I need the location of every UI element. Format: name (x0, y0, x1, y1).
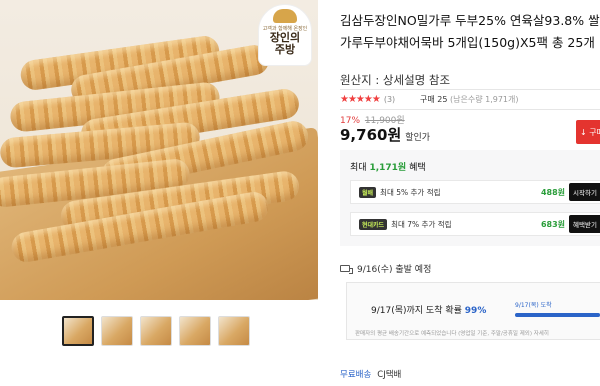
buy-button[interactable]: ↓ 구매하기 (576, 120, 600, 144)
product-main-image[interactable]: 고객과 함께해 온장인 장인의 주방 (0, 0, 318, 300)
arrival-progress-fill (515, 313, 600, 317)
departure-text: 9/16(수) 출발 예정 (357, 265, 432, 275)
thumbnail-2[interactable] (101, 316, 133, 346)
benefit-row: 월배 최대 5% 추가 적립 488원 시작하기 (350, 180, 600, 204)
benefit-button[interactable]: 혜택받기 (569, 215, 600, 233)
arrival-probability: 99% (464, 306, 487, 316)
product-title: 김삼두장인NO밀가루 두부25% 연육살93.8% 쌀가루두부야채어묵바 5개입… (340, 13, 600, 50)
sold-label: 구매 25 (420, 95, 448, 104)
price-suffix: 할인가 (405, 133, 431, 143)
benefit-row: 현대카드 최대 7% 추가 적립 683원 혜택받기 (350, 212, 600, 236)
thumbnail-strip (62, 316, 250, 346)
benefit-suffix: 혜택 (409, 163, 426, 173)
truck-icon (340, 265, 353, 274)
free-shipping: 무료배송 (340, 370, 372, 380)
benefit-button[interactable]: 시작하기 (569, 183, 600, 201)
benefit-amount: 1,171원 (369, 163, 407, 173)
benefit-amount: 683원 (540, 219, 565, 229)
departure-info: 9/16(수) 출발 예정 (340, 262, 431, 275)
benefit-prefix: 최대 (350, 163, 367, 173)
thumbnail-5[interactable] (218, 316, 250, 346)
sale-price: 9,760원 할인가 (340, 124, 430, 145)
remaining-stock: (남은수량 1,971개) (450, 95, 519, 104)
divider (340, 89, 600, 90)
thumbnail-1[interactable] (62, 316, 94, 346)
benefit-tag: 현대카드 (359, 218, 388, 230)
price-value: 9,760원 (340, 126, 402, 144)
carrier: CJ택배 (377, 370, 402, 380)
benefit-text: 최대 7% 추가 적립 (391, 219, 452, 229)
star-icon: ★★★★★ (340, 94, 381, 105)
shipping-footer: 무료배송 CJ택배 (340, 368, 401, 380)
arrival-note[interactable]: 판매자의 평균 배송기간으로 예측되었습니다 (영업일 기준, 주말/공휴일 제… (355, 329, 549, 337)
arrival-progress (515, 313, 600, 317)
thumbnail-4[interactable] (179, 316, 211, 346)
badge-title: 장인의 주방 (269, 31, 301, 56)
benefit-text: 최대 5% 추가 적립 (380, 187, 441, 197)
arrival-prefix: 9/17(목)까지 도착 확률 (371, 306, 462, 316)
benefit-header: 최대 1,171원 혜택 (350, 160, 592, 173)
benefit-amount: 488원 (540, 187, 565, 197)
product-origin: 원산지 : 상세설명 참조 (340, 73, 451, 87)
brand-badge: 고객과 함께해 온장인 장인의 주방 (258, 4, 312, 66)
rating[interactable]: ★★★★★ (3) (340, 94, 395, 105)
chef-hat-icon (273, 9, 297, 23)
divider (340, 109, 600, 110)
product-info-panel: 김삼두장인NO밀가루 두부25% 연육살93.8% 쌀가루두부야채어묵바 5개입… (340, 0, 600, 386)
thumbnail-3[interactable] (140, 316, 172, 346)
benefit-box: 최대 1,171원 혜택 월배 최대 5% 추가 적립 488원 시작하기 현대… (340, 150, 600, 246)
benefit-tag: 월배 (359, 186, 377, 198)
arrival-day: 9/17(목) 도착 (515, 302, 552, 309)
review-count[interactable]: (3) (384, 95, 395, 104)
arrival-text: 9/17(목)까지 도착 확률 99% (371, 303, 486, 316)
arrival-estimate: 9/17(목)까지 도착 확률 99% 9/17(목) 도착 판매자의 평균 배… (346, 282, 600, 340)
sold-count: 구매 25 (남은수량 1,971개) (420, 94, 519, 105)
